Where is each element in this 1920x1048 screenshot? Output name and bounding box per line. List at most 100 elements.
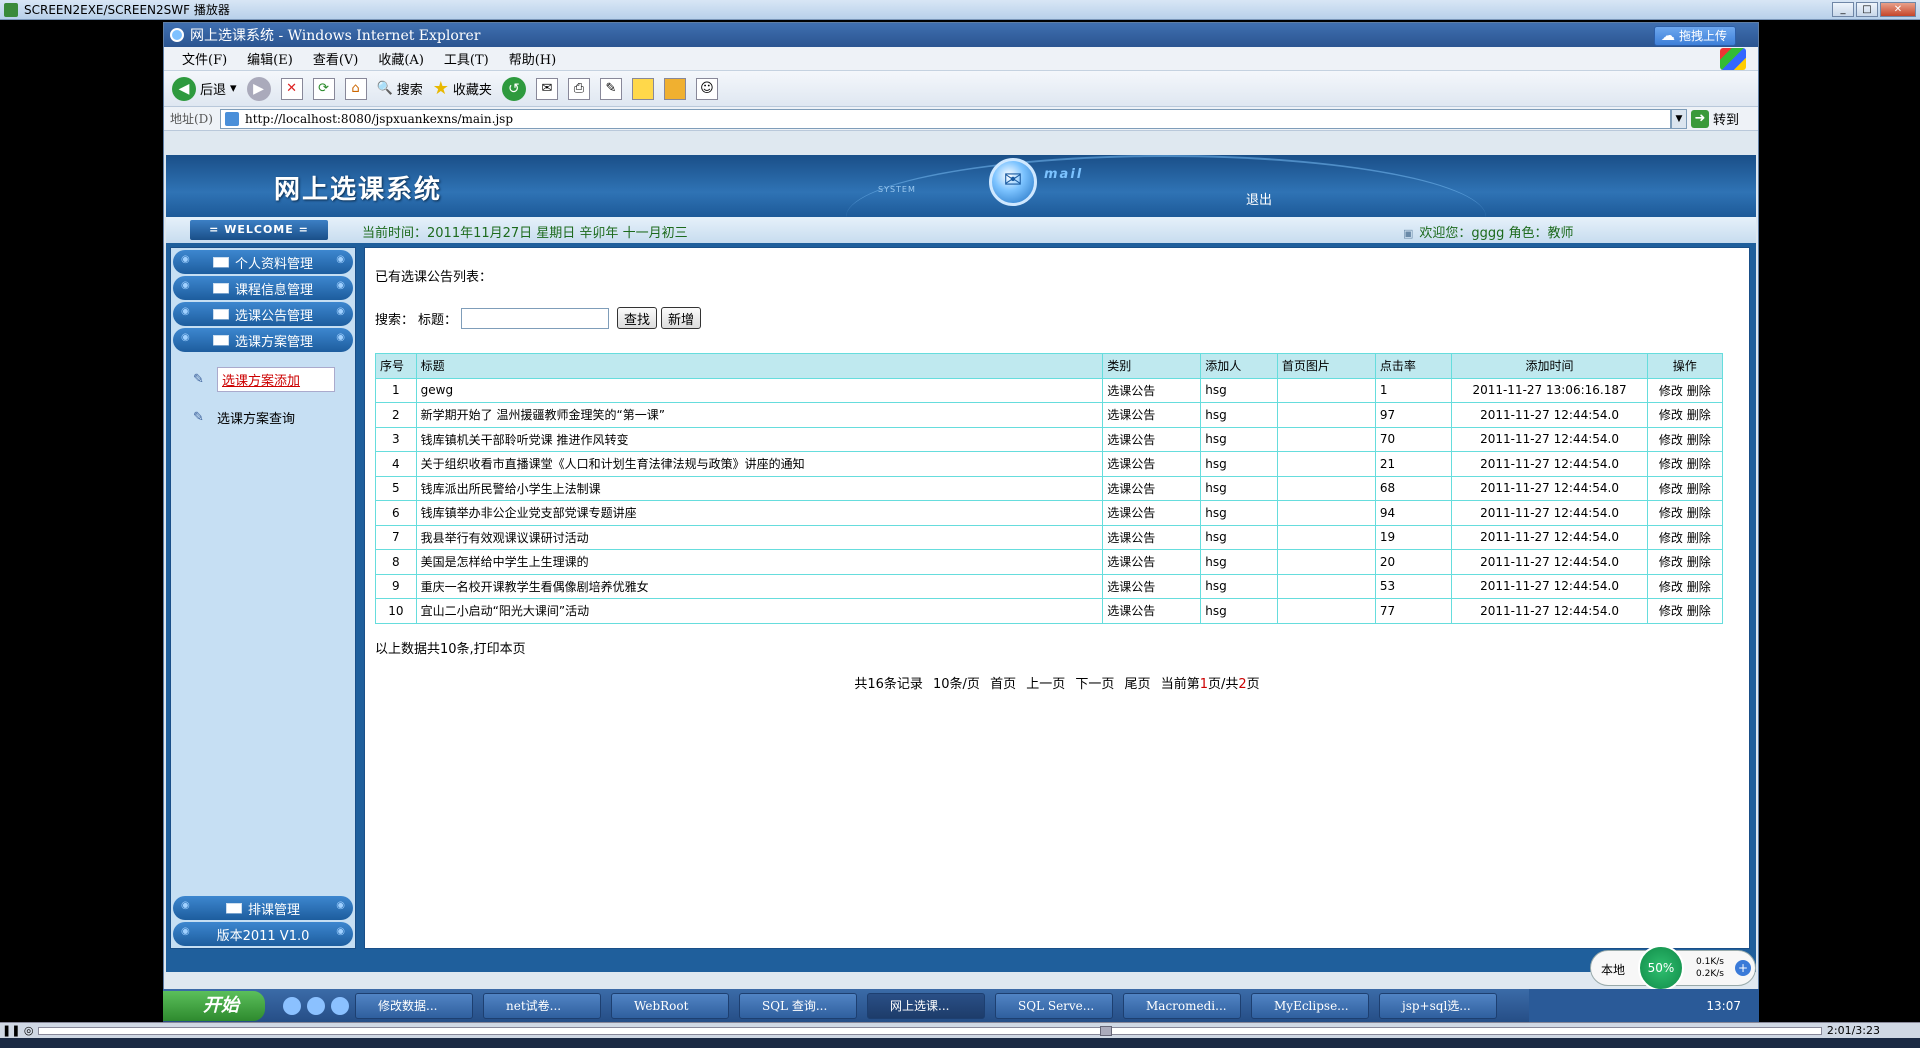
taskbar-button[interactable]: 修改数据... <box>355 993 473 1019</box>
desktop-quicklaunch-icon[interactable] <box>331 997 349 1015</box>
folder-icon[interactable] <box>663 77 686 100</box>
cell-clicks: 1 <box>1374 377 1453 403</box>
title-search-input[interactable] <box>461 307 610 329</box>
delete-link[interactable]: 删除 <box>1687 580 1711 594</box>
taskbar-button[interactable]: MyEclipse... <box>1251 993 1369 1019</box>
edit-link[interactable]: 修改 <box>1659 457 1683 471</box>
taskbar-button[interactable]: jsp+sql选... <box>1379 993 1497 1019</box>
mail-icon[interactable]: ✉ <box>989 158 1037 206</box>
pause-button[interactable]: ❚❚ ◎ <box>2 1024 34 1037</box>
delete-link[interactable]: 删除 <box>1687 433 1711 447</box>
player-close-button[interactable]: ✕ <box>1880 2 1916 17</box>
delete-link[interactable]: 删除 <box>1687 506 1711 520</box>
delete-link[interactable]: 删除 <box>1687 555 1711 569</box>
pager-last[interactable]: 尾页 <box>1125 677 1151 692</box>
cell-no: 9 <box>375 573 417 599</box>
menu-item[interactable]: 帮助(H) <box>499 49 566 68</box>
pager-next[interactable]: 下一页 <box>1075 677 1114 692</box>
address-input[interactable]: http://localhost:8080/jspxuankexns/main.… <box>220 108 1671 129</box>
delete-link[interactable]: 删除 <box>1687 604 1711 618</box>
note-icon[interactable] <box>631 77 654 100</box>
title-label: 标题： <box>418 312 458 328</box>
start-button[interactable]: 开始 <box>163 991 265 1021</box>
summary-text[interactable]: 以上数据共10条,打印本页 <box>375 638 1739 657</box>
favorites-button[interactable]: ★ 收藏夹 <box>433 78 492 99</box>
go-button[interactable]: ➜ 转到 <box>1691 109 1739 128</box>
taskbar-button[interactable]: net试卷... <box>483 993 601 1019</box>
refresh-icon[interactable]: ⟳ <box>312 77 335 100</box>
edit-link[interactable]: 修改 <box>1659 433 1683 447</box>
menu-item[interactable]: 查看(V) <box>303 49 369 68</box>
taskbar-button[interactable]: WebRoot <box>611 993 729 1019</box>
plus-icon[interactable]: + <box>1735 960 1751 976</box>
column-header: 类别 <box>1102 353 1202 379</box>
menu-item[interactable]: 收藏(A) <box>368 49 434 68</box>
cell-image <box>1276 573 1376 599</box>
media-quicklaunch-icon[interactable] <box>307 997 325 1015</box>
edit-icon[interactable]: ✎ <box>599 77 622 100</box>
back-button[interactable]: ◀ 后退 ▾ <box>172 76 237 101</box>
taskbar-button[interactable]: SQL Serve... <box>995 993 1113 1019</box>
cell-category: 选课公告 <box>1102 500 1202 526</box>
edit-link[interactable]: 修改 <box>1659 604 1683 618</box>
seek-track[interactable] <box>38 1027 1822 1035</box>
cell-author: hsg <box>1200 524 1278 550</box>
address-dropdown-button[interactable]: ▼ <box>1671 108 1687 129</box>
nav-item[interactable]: 课程信息管理 <box>173 276 353 300</box>
edit-link[interactable]: 修改 <box>1659 506 1683 520</box>
pager-first[interactable]: 首页 <box>990 677 1016 692</box>
cell-actions: 修改 删除 <box>1646 500 1724 526</box>
edit-link[interactable]: 修改 <box>1659 482 1683 496</box>
edit-link[interactable]: 修改 <box>1659 555 1683 569</box>
sub-item-add-plan[interactable]: ✎ 选课方案添加 <box>193 366 355 392</box>
player-title: SCREEN2EXE/SCREEN2SWF 播放器 <box>24 3 230 17</box>
edit-link[interactable]: 修改 <box>1659 408 1683 422</box>
edit-link[interactable]: 修改 <box>1659 384 1683 398</box>
nav-item[interactable]: 个人资料管理 <box>173 250 353 274</box>
welcome-badge: = WELCOME = <box>190 220 328 240</box>
delete-link[interactable]: 删除 <box>1687 384 1711 398</box>
edit-link[interactable]: 修改 <box>1659 531 1683 545</box>
nav-item-scheduling[interactable]: 排课管理 <box>173 896 353 920</box>
stop-icon[interactable]: ✕ <box>280 77 303 100</box>
menu-item[interactable]: 工具(T) <box>434 49 499 68</box>
taskbar-button[interactable]: 网上选课... <box>867 993 985 1019</box>
sub-item-query-plan[interactable]: ✎ 选课方案查询 <box>193 404 355 430</box>
table-row: 9 重庆一名校开课教学生看偶像剧培养优雅女 选课公告 hsg 53 2011-11-27 … <box>375 573 1724 599</box>
seek-thumb[interactable] <box>1100 1026 1112 1036</box>
delete-link[interactable]: 删除 <box>1687 457 1711 471</box>
pager-prev[interactable]: 上一页 <box>1026 677 1065 692</box>
home-icon[interactable]: ⌂ <box>344 77 367 100</box>
taskbar-button[interactable]: Macromedi... <box>1123 993 1241 1019</box>
history-icon[interactable]: ↺ <box>501 76 526 101</box>
print-icon[interactable]: ⎙ <box>567 77 590 100</box>
ie-quicklaunch-icon[interactable] <box>283 997 301 1015</box>
cell-no: 10 <box>375 598 417 624</box>
search-button[interactable]: 🔍 搜索 <box>377 79 423 98</box>
find-button[interactable]: 查找 <box>617 307 658 329</box>
delete-link[interactable]: 删除 <box>1687 408 1711 422</box>
forward-button[interactable]: ▶ <box>246 76 271 101</box>
network-widget[interactable]: 本地 50% 0.1K/s 0.2K/s + <box>1590 945 1756 991</box>
add-button[interactable]: 新增 <box>661 307 702 329</box>
player-maximize-button[interactable]: □ <box>1856 2 1878 17</box>
cell-no: 1 <box>375 377 417 403</box>
nav-item[interactable]: 选课方案管理 <box>173 328 353 352</box>
messenger-icon[interactable]: ☺ <box>695 77 718 100</box>
mail-icon[interactable]: ✉ <box>535 77 558 100</box>
menu-item[interactable]: 文件(F) <box>172 49 237 68</box>
network-gauge: 50% <box>1638 945 1684 991</box>
menu-item[interactable]: 编辑(E) <box>237 49 303 68</box>
nav-item[interactable]: 选课公告管理 <box>173 302 353 326</box>
column-header: 首页图片 <box>1276 353 1376 379</box>
cell-actions: 修改 删除 <box>1646 598 1724 624</box>
delete-link[interactable]: 删除 <box>1687 531 1711 545</box>
edit-link[interactable]: 修改 <box>1659 580 1683 594</box>
player-minimize-button[interactable]: _ <box>1832 2 1854 17</box>
cell-no: 6 <box>375 500 417 526</box>
logout-link[interactable]: 退出 <box>1246 189 1272 208</box>
delete-link[interactable]: 删除 <box>1687 482 1711 496</box>
baidu-upload-button[interactable]: 拖拽上传 <box>1653 26 1736 46</box>
cell-no: 3 <box>375 426 417 452</box>
taskbar-button[interactable]: SQL 查询... <box>739 993 857 1019</box>
